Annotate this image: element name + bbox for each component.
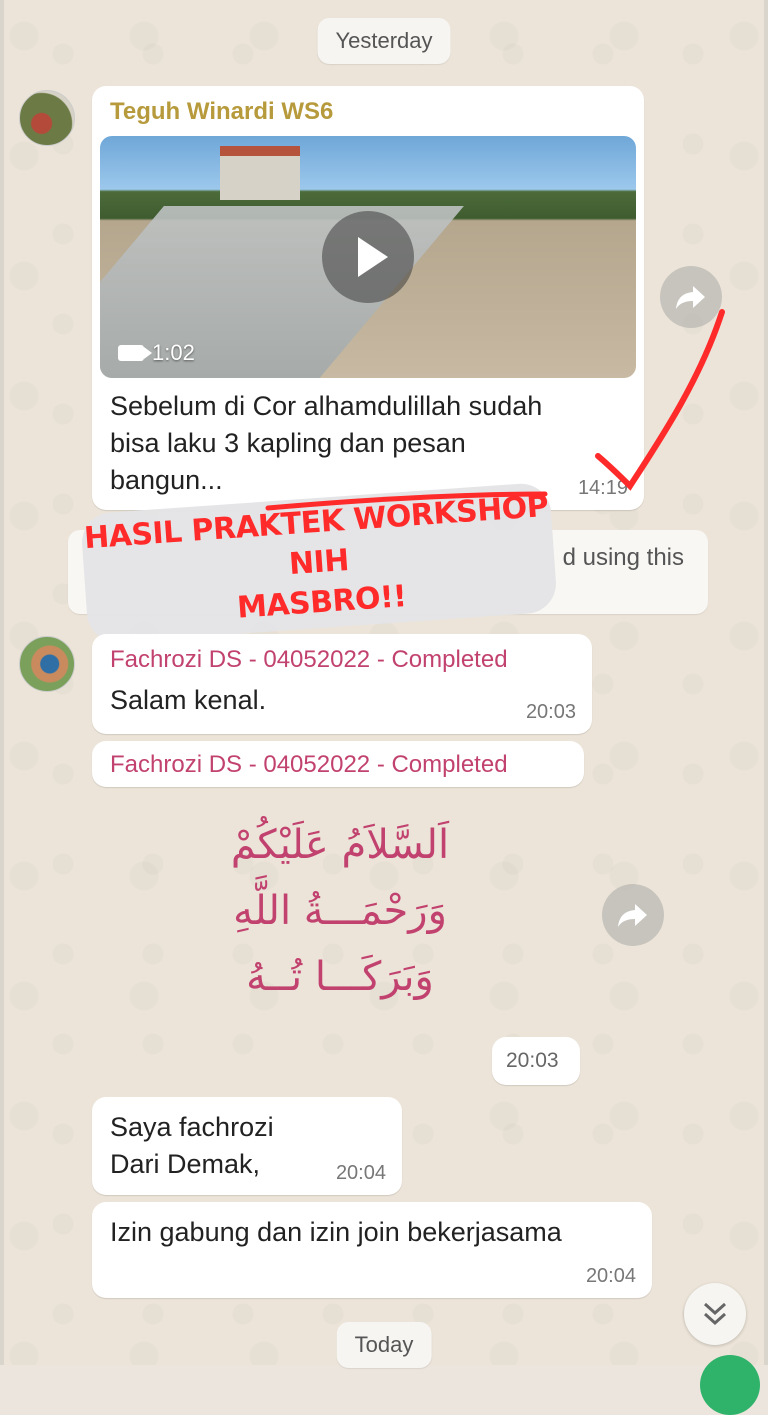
message-text-fachrozi-1: Salam kenal.: [110, 685, 267, 715]
sender-name-teguh[interactable]: Teguh Winardi WS6: [110, 98, 333, 126]
message-bubble-fachrozi-1[interactable]: Fachrozi DS - 04052022 - Completed Salam…: [92, 634, 592, 734]
video-duration-label: 1:02: [152, 340, 195, 365]
message-bubble-fachrozi-2[interactable]: Saya fachrozi Dari Demak, 20:04: [92, 1097, 402, 1195]
video-duration: 1:02: [118, 340, 195, 366]
sender-header-fachrozi-sticker[interactable]: Fachrozi DS - 04052022 - Completed: [92, 741, 584, 787]
message-text-fachrozi-2: Saya fachrozi Dari Demak,: [110, 1112, 274, 1179]
message-time-teguh: 14:19: [577, 477, 628, 499]
frame-right-edge: [764, 0, 768, 1365]
video-camera-icon: [118, 345, 152, 361]
double-chevron-down-icon: [703, 1302, 727, 1326]
overlay-banner-text: HASIL PRAKTEK WORKSHOP NIH MASBRO!!: [83, 488, 550, 626]
forward-arrow-icon: [618, 904, 647, 927]
play-icon[interactable]: [322, 211, 414, 303]
message-time-fachrozi-2: 20:04: [335, 1162, 386, 1184]
forward-button-teguh[interactable]: [660, 266, 722, 328]
compose-button-partial[interactable]: [700, 1355, 760, 1415]
sender-name-fachrozi[interactable]: Fachrozi DS - 04052022 - Completed: [110, 646, 508, 674]
system-note-text: d using this: [562, 544, 684, 571]
message-bubble-teguh[interactable]: Teguh Winardi WS6 1:02 Sebelum di Cor al…: [92, 86, 644, 510]
message-text-fachrozi-3: Izin gabung dan izin join bekerjasama: [110, 1217, 562, 1247]
sender-name-fachrozi-sticker[interactable]: Fachrozi DS - 04052022 - Completed: [110, 751, 508, 779]
avatar-teguh[interactable]: [19, 90, 75, 146]
video-thumbnail[interactable]: 1:02: [100, 136, 636, 378]
message-time-fachrozi-3: 20:04: [585, 1265, 636, 1287]
avatar-fachrozi[interactable]: [19, 636, 75, 692]
sticker-time-chip: 20:03: [492, 1037, 580, 1085]
date-chip-yesterday: Yesterday: [317, 18, 451, 64]
frame-left-edge: [0, 0, 4, 1365]
message-time-fachrozi-1: 20:03: [525, 701, 576, 723]
sticker-salam[interactable]: اَلسَّلاَمُ عَلَيْكُمْ وَرَحْمَـــةُ الل…: [205, 812, 475, 1017]
message-text-teguh: Sebelum di Cor alhamdulillah sudah bisa …: [110, 391, 543, 495]
message-time-sticker: 20:03: [506, 1049, 559, 1072]
message-bubble-fachrozi-3[interactable]: Izin gabung dan izin join bekerjasama 20…: [92, 1202, 652, 1298]
forward-arrow-icon: [676, 286, 705, 309]
date-chip-today: Today: [336, 1322, 432, 1368]
video-scene-house: [220, 146, 300, 200]
scroll-down-button[interactable]: [684, 1283, 746, 1345]
forward-button-sticker[interactable]: [602, 884, 664, 946]
